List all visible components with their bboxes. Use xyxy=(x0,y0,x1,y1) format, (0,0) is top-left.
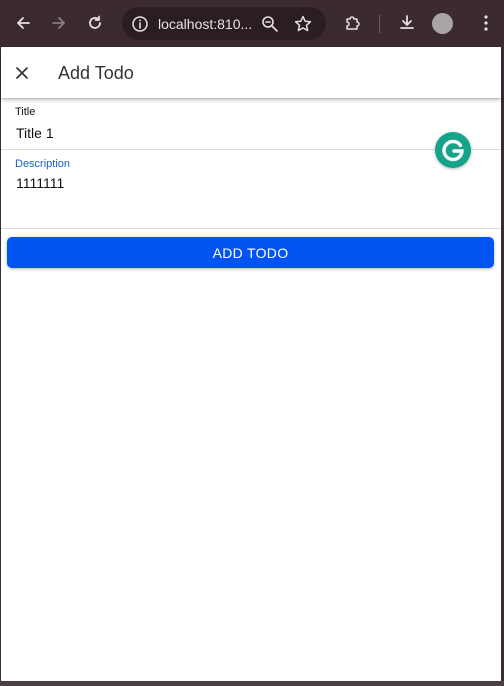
site-info-icon[interactable] xyxy=(130,14,150,34)
title-input[interactable]: Title 1 xyxy=(16,125,54,141)
zoom-icon[interactable] xyxy=(260,14,280,34)
forward-button[interactable] xyxy=(45,9,73,37)
reload-icon xyxy=(89,15,101,29)
grammarly-button[interactable] xyxy=(435,132,471,168)
downloads-button[interactable] xyxy=(393,9,421,37)
menu-button[interactable] xyxy=(472,9,500,37)
address-text[interactable]: localhost:810... xyxy=(158,16,252,32)
browser-toolbar: localhost:810... xyxy=(0,0,504,47)
download-icon xyxy=(400,15,414,29)
app-header: Add Todo xyxy=(1,47,501,98)
add-todo-button[interactable]: ADD TODO xyxy=(7,237,494,268)
back-button[interactable] xyxy=(9,9,37,37)
back-arrow-icon xyxy=(17,17,30,29)
address-bar[interactable]: localhost:810... xyxy=(122,7,326,40)
close-icon xyxy=(16,67,28,79)
window-bottom-edge xyxy=(0,681,504,686)
grammarly-icon xyxy=(442,139,464,162)
page-viewport: Add Todo Title Title 1 Description 11111… xyxy=(1,47,501,681)
bookmark-star-icon[interactable] xyxy=(293,14,313,34)
title-label: Title xyxy=(15,106,36,118)
close-button[interactable] xyxy=(11,62,33,84)
description-underline xyxy=(1,228,501,229)
title-underline xyxy=(1,149,501,150)
description-label: Description xyxy=(15,158,71,170)
menu-dots-icon xyxy=(484,15,488,31)
page-title: Add Todo xyxy=(58,63,134,83)
reload-button[interactable] xyxy=(81,9,109,37)
extensions-icon xyxy=(346,16,360,30)
extensions-button[interactable] xyxy=(339,9,367,37)
description-input[interactable]: 1111111 xyxy=(16,175,64,191)
profile-avatar[interactable] xyxy=(432,13,453,34)
toolbar-separator xyxy=(379,15,380,33)
forward-arrow-icon xyxy=(52,17,65,29)
